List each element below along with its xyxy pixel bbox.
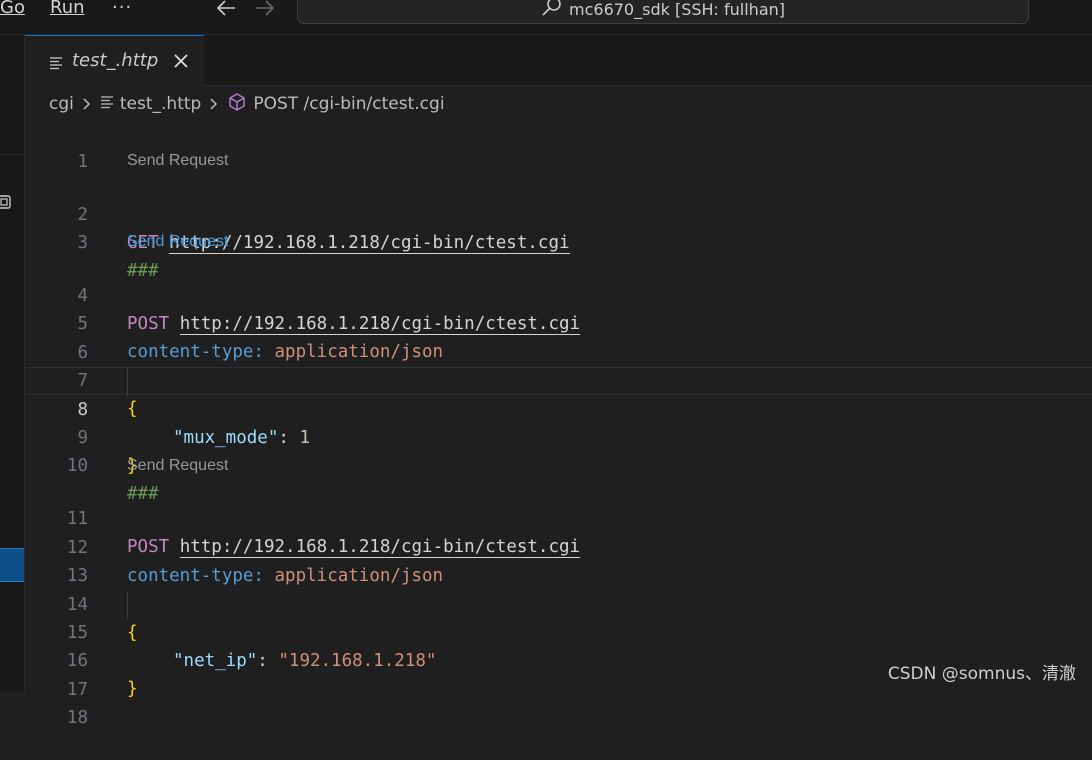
code-line: 6 [25, 311, 1092, 363]
code-line: 7 { [25, 339, 1092, 419]
send-request-codelens[interactable]: Send Request [127, 231, 228, 253]
code-line: 10 ### [25, 424, 1092, 504]
activity-bar [0, 35, 25, 692]
remote-explorer-icon[interactable] [0, 193, 14, 213]
tab-test-http[interactable]: test_.http [25, 35, 204, 86]
watermark: CSDN @somnus、清澈 [887, 664, 1076, 684]
forward-arrow-icon[interactable] [250, 0, 280, 20]
back-arrow-icon[interactable] [211, 0, 241, 20]
menu-more-button[interactable]: ··· [112, 0, 132, 20]
file-lines-icon [49, 55, 63, 74]
code-line: 9 } [25, 396, 1092, 476]
breadcrumb: cgi test_.http POST /cgi-bin/ctest.cgi [49, 91, 445, 117]
file-lines-icon [100, 94, 114, 114]
code-line: 13 [25, 534, 1092, 586]
code-line: 16 } [25, 619, 1092, 699]
code-line: 11 POST http://192.168.1.218/cgi-bin/cte… [25, 477, 1092, 558]
breadcrumb-folder[interactable]: cgi [49, 94, 74, 114]
line-number: 10 [66, 456, 88, 476]
indent-guide [127, 591, 128, 619]
breadcrumb-file[interactable]: test_.http [120, 94, 201, 114]
menu-run[interactable]: Run [50, 0, 85, 20]
symbol-cube-icon [227, 92, 247, 117]
chevron-right-icon [207, 97, 221, 111]
command-center-search[interactable]: mc6670_sdk [SSH: fullhan] [297, 0, 1029, 24]
chevron-right-icon [80, 97, 94, 111]
code-line-current: 8 "mux_mode": 1 [25, 367, 1092, 448]
line-number: 18 [66, 708, 88, 728]
activity-selected-item[interactable] [0, 548, 24, 582]
code-line: 4 POST http://192.168.1.218/cgi-bin/ctes… [25, 254, 1092, 335]
code-editor[interactable]: 1 Send Request 2 GET http://192.168.1.21… [25, 120, 1092, 728]
indent-guide [127, 368, 128, 396]
title-bar: Go Run ··· mc6670_sdk [SSH: fullhan] [0, 0, 1092, 35]
code-line: 15 "net_ip": "192.168.1.218" [25, 591, 1092, 671]
search-icon [541, 0, 563, 22]
code-line: 14 { [25, 563, 1092, 643]
send-request-codelens[interactable]: Send Request [127, 150, 228, 172]
request-url[interactable]: http://192.168.1.218/cgi-bin/ctest.cgi [169, 233, 570, 254]
menu-go[interactable]: Go [0, 0, 25, 20]
code-line: 5 content-type: application/json [25, 282, 1092, 362]
line-number: 3 [77, 233, 88, 253]
line-number: 1 [77, 152, 88, 172]
code-line: 12 content-type: application/json [25, 506, 1092, 586]
send-request-codelens[interactable]: Send Request [127, 455, 228, 477]
tab-bar: test_.http [25, 35, 1092, 86]
menu-run-label: Run [50, 0, 85, 18]
code-line: 2 GET http://192.168.1.218/cgi-bin/ctest… [25, 173, 1092, 254]
code-line: 3 ### [25, 201, 1092, 281]
activity-divider [0, 154, 24, 155]
close-icon[interactable] [171, 51, 191, 71]
tab-label: test_.http [72, 50, 159, 71]
code-line: 1 [25, 120, 1092, 172]
command-center-title: mc6670_sdk [SSH: fullhan] [569, 0, 785, 19]
menu-go-label: Go [0, 0, 25, 18]
breadcrumb-symbol[interactable]: POST /cgi-bin/ctest.cgi [253, 94, 444, 114]
